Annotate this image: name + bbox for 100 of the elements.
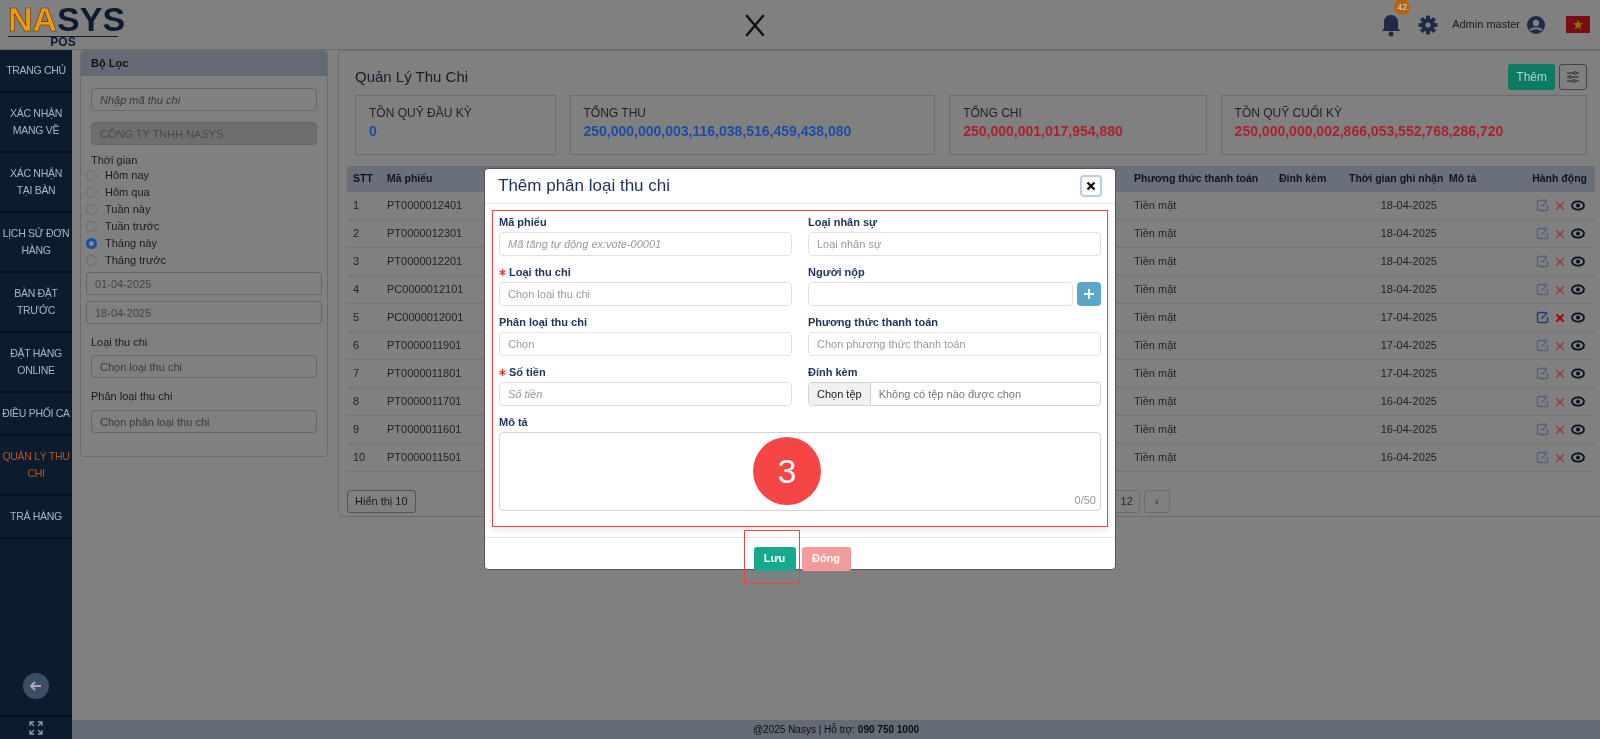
view-icon[interactable] — [1571, 452, 1585, 463]
view-icon[interactable] — [1571, 200, 1585, 211]
table-cell-text: PC0000012001 — [386, 310, 465, 326]
input-field[interactable]: Số tiền — [499, 382, 792, 406]
column-header: STT — [352, 171, 374, 187]
view-icon[interactable] — [1571, 312, 1585, 323]
add-payer-button[interactable] — [1077, 282, 1101, 306]
field-label: Phương thức thanh toán — [808, 315, 939, 329]
input-field[interactable]: Chọn — [499, 332, 792, 356]
sidebar-item[interactable]: TRANG CHỦ — [0, 50, 72, 93]
table-cell-text: 8 — [352, 394, 361, 410]
arrow-left-icon — [30, 681, 42, 691]
page-size-button[interactable]: Hiển thị 10 — [347, 490, 416, 513]
table-cell-text: 17-04-2025 — [1379, 338, 1438, 354]
file-field[interactable]: Chọn tệp Không có tệp nào được chọn — [808, 382, 1101, 406]
table-cell-text: 16-04-2025 — [1379, 422, 1438, 438]
add-button[interactable]: Thêm — [1508, 64, 1555, 90]
close-button[interactable] — [1080, 175, 1102, 197]
time-label: Thời gian — [91, 153, 139, 167]
radio-label[interactable]: Tháng trước — [105, 252, 167, 269]
table-cell-text: PT0000011501 — [386, 450, 463, 466]
column-header: Mô tả — [1448, 171, 1478, 187]
type-label: Loại thu chi — [91, 335, 149, 349]
stat-label: TỔNG THU — [583, 106, 647, 120]
logo-subtitle: POS — [8, 35, 118, 48]
sidebar-item[interactable]: TRẢ HÀNG — [0, 496, 72, 539]
choose-file-button[interactable]: Chọn tệp — [809, 383, 871, 405]
table-cell-text: Tiền mặt — [1133, 198, 1178, 214]
view-icon[interactable] — [1571, 396, 1585, 407]
stat-label: TỒN QUỸ ĐẦU KỲ — [369, 106, 473, 120]
table-cell-text: 5 — [352, 310, 361, 326]
table-cell-text: 17-04-2025 — [1379, 366, 1438, 382]
radio-label[interactable]: Tháng này — [105, 235, 157, 252]
table-cell-text: PC0000012101 — [386, 282, 465, 298]
view-icon[interactable] — [1571, 368, 1585, 379]
file-status: Không có tệp nào được chọn — [877, 387, 1023, 402]
table-cell-text: 9 — [352, 422, 361, 438]
table-cell-text: 10 — [352, 450, 367, 466]
sidebar-item[interactable]: ĐẶT HÀNG ONLINE — [0, 333, 72, 393]
field-label: Mô tả — [499, 415, 528, 429]
sidebar-item[interactable]: ĐIỀU PHỐI CA — [0, 393, 72, 436]
table-cell-text: 16-04-2025 — [1379, 394, 1438, 410]
field-label: Người nộp — [808, 265, 865, 279]
logo-wordmark: NASYS — [8, 1, 126, 36]
table-cell-text: 16-04-2025 — [1379, 450, 1438, 466]
notification-badge: 42 — [1394, 0, 1411, 15]
save-button[interactable]: Lưu — [753, 546, 796, 571]
radio-button[interactable] — [86, 238, 97, 249]
view-icon[interactable] — [1571, 424, 1585, 435]
stat-label: TỔNG CHI — [963, 106, 1023, 120]
table-cell-text: 18-04-2025 — [1379, 226, 1438, 242]
table-cell-text: 18-04-2025 — [1379, 254, 1438, 270]
category-select[interactable]: Chọn phân loại thu chi — [91, 410, 317, 433]
date-to-field[interactable]: 18-04-2025 — [86, 301, 322, 324]
sidebar-item[interactable]: XÁC NHẬN TẠI BÀN — [0, 153, 72, 213]
input-field[interactable]: Loại nhân sự — [808, 232, 1101, 256]
highlight-frame — [744, 530, 800, 584]
input-field[interactable]: Chọn phương thức thanh toán — [808, 332, 1101, 356]
view-icon[interactable] — [1571, 228, 1585, 239]
view-icon[interactable] — [1571, 256, 1585, 267]
radio-label[interactable]: Hôm qua — [105, 184, 150, 201]
radio-label[interactable]: Tuần này — [105, 201, 151, 218]
sidebar-item[interactable]: XÁC NHẬN MANG VỀ — [0, 93, 72, 153]
table-cell-text: PT0000012401 — [386, 198, 464, 214]
date-from-field[interactable]: 01-04-2025 — [86, 272, 322, 295]
view-icon[interactable] — [1571, 284, 1585, 295]
code-search-field[interactable]: Nhập mã thu chi — [91, 88, 317, 111]
radio-label[interactable]: Hôm nay — [105, 167, 150, 184]
table-cell-text: 7 — [352, 366, 361, 382]
table-cell-text: PT0000011601 — [386, 422, 463, 438]
table-cell-text: 18-04-2025 — [1379, 282, 1438, 298]
step-marker: 3 — [753, 437, 821, 505]
expand-icon[interactable] — [29, 721, 43, 735]
sidebar-item[interactable]: BÀN ĐẶT TRƯỚC — [0, 273, 72, 333]
stat-value: 250,000,001,017,954,880 — [963, 122, 1124, 141]
table-cell-text: Tiền mặt — [1133, 338, 1178, 354]
pagination-link[interactable]: › — [1143, 490, 1170, 513]
delete-icon[interactable] — [1555, 312, 1565, 323]
avatar-icon[interactable] — [1526, 14, 1546, 35]
table-cell-text: Tiền mặt — [1133, 450, 1178, 466]
input-field[interactable]: Mã tăng tự động ex:vote-00001 — [499, 232, 792, 256]
filter-settings-button[interactable] — [1559, 64, 1587, 90]
radio-label[interactable]: Tuần trước — [105, 218, 160, 235]
user-name[interactable]: Admin master — [1452, 16, 1520, 33]
edit-icon[interactable] — [1536, 311, 1549, 324]
input-field[interactable]: Chọn loại thu chi — [499, 282, 792, 306]
flag-icon[interactable] — [1566, 16, 1590, 33]
stat-value: 0 — [369, 122, 378, 141]
sidebar-item[interactable]: QUẢN LÝ THU CHI — [0, 436, 72, 496]
type-select[interactable]: Chọn loại thu chi — [91, 355, 317, 378]
input-field[interactable] — [808, 282, 1073, 306]
sidebar-item[interactable]: LỊCH SỬ ĐƠN HÀNG — [0, 213, 72, 273]
stat-value: 250,000,000,003,116,038,516,459,438,080 — [583, 122, 853, 141]
table-cell-text: 6 — [352, 338, 361, 354]
view-icon[interactable] — [1571, 340, 1585, 351]
table-cell-text: Tiền mặt — [1133, 254, 1178, 270]
table-cell-text: 3 — [352, 254, 361, 270]
bell-icon[interactable] — [1380, 12, 1403, 37]
table-cell-text: Tiền mặt — [1133, 422, 1178, 438]
back-button[interactable] — [23, 673, 49, 699]
